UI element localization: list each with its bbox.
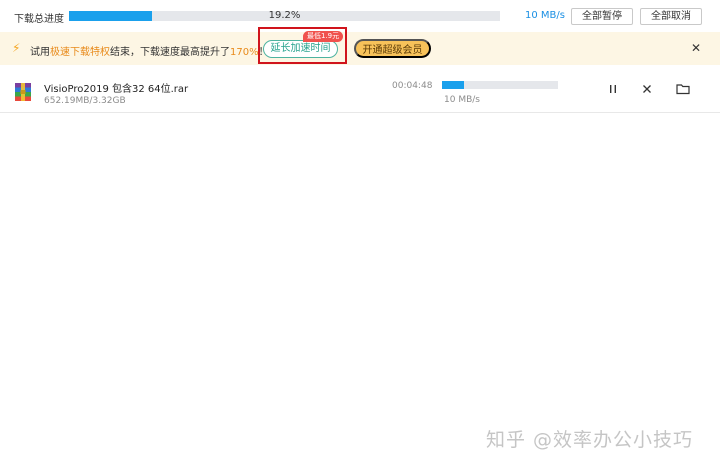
lightning-icon: ⚡ (12, 41, 21, 55)
download-row[interactable]: VisioPro2019 包含32 64位.rar 652.19MB/3.32G… (0, 71, 720, 113)
time-remaining: 00:04:48 (392, 81, 433, 91)
price-badge: 最低1.9元 (303, 31, 344, 42)
total-speed: 10 MB/s (525, 10, 565, 21)
promo-text-prefix: 试用 (30, 47, 50, 58)
pause-icon[interactable] (606, 83, 620, 97)
watermark: 知乎 @效率办公小技巧 (486, 429, 694, 451)
folder-icon[interactable] (676, 83, 690, 97)
total-progress-percent: 19.2% (268, 10, 301, 21)
close-icon[interactable]: ✕ (690, 42, 702, 54)
open-super-vip-button[interactable]: 开通超级会员 (354, 39, 431, 58)
file-name: VisioPro2019 包含32 64位.rar (44, 84, 189, 95)
file-size: 652.19MB/3.32GB (44, 96, 126, 106)
total-progress-label: 下载总进度 (14, 14, 64, 25)
file-progress-fill (442, 81, 465, 89)
close-icon[interactable] (640, 83, 654, 97)
cancel-all-button[interactable]: 全部取消 (640, 8, 702, 25)
promo-text-highlight: 极速下载特权 (50, 47, 110, 58)
file-speed: 10 MB/s (444, 95, 480, 105)
file-progress-track (442, 81, 558, 89)
winrar-archive-icon (14, 82, 32, 102)
pause-all-button[interactable]: 全部暂停 (571, 8, 633, 25)
promo-text-percent: 170% (230, 47, 259, 58)
total-progress-bar-area: 下载总进度 19.2% 10 MB/s 全部暂停 全部取消 (0, 0, 720, 32)
total-progress-track: 19.2% (69, 10, 500, 21)
extend-speedup-button[interactable]: 延长加速时间 (263, 40, 338, 58)
promo-text-middle: 结束，下载速度最高提升了 (110, 47, 230, 58)
promo-message: 试用极速下载特权结束，下载速度最高提升了170%！ (30, 43, 269, 58)
